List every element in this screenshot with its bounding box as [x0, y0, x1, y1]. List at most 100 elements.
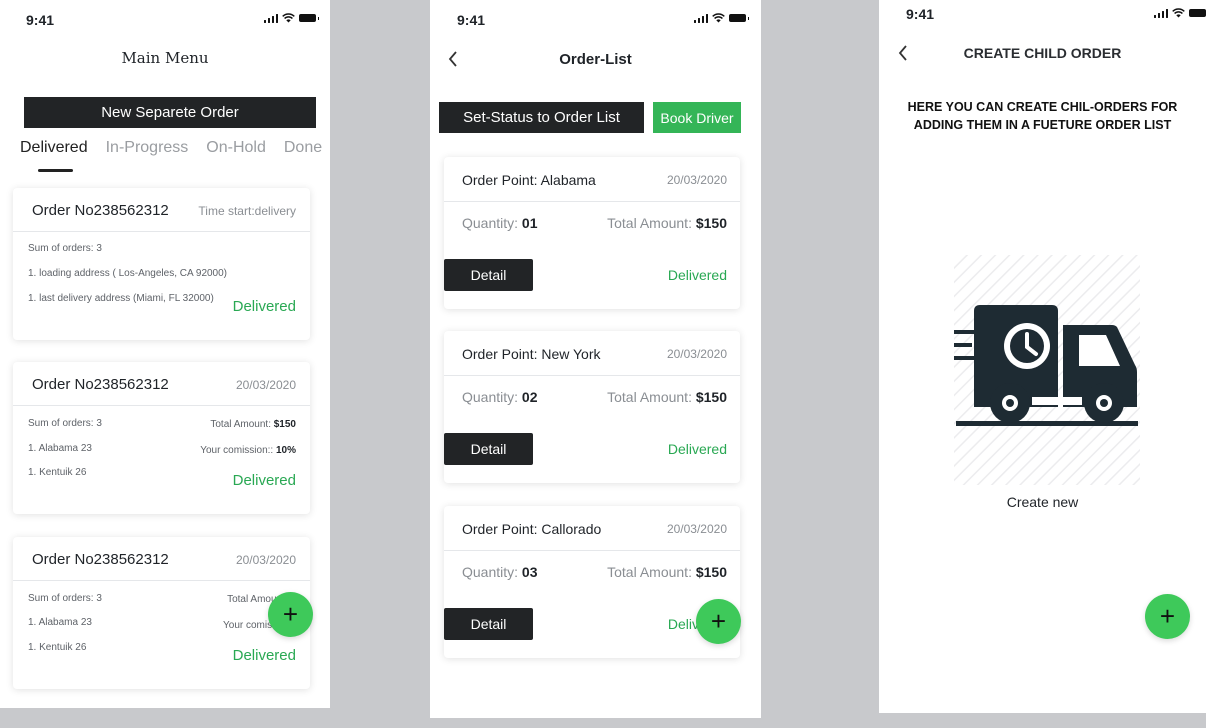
total-amount-value: $150 [695, 389, 727, 405]
last-delivery-address: 1. last delivery address (Miami, FL 3200… [28, 293, 214, 304]
status-icons [693, 13, 749, 23]
order-card-header: Order Point: Alabama 20/03/2020 [444, 157, 740, 202]
battery-icon [299, 14, 319, 22]
battery-icon [1189, 9, 1206, 17]
wifi-icon [282, 13, 295, 23]
order-number: Order No238562312 [32, 551, 169, 568]
status-badge: Delivered [667, 267, 727, 283]
book-driver-button[interactable]: Book Driver [653, 102, 741, 133]
main-menu-screen: 9:41 Main Menu New Separete Order Delive… [0, 0, 330, 708]
detail-button[interactable]: Detail [444, 433, 533, 465]
signal-icon [693, 13, 708, 23]
detail-button[interactable]: Detail [444, 259, 533, 291]
order-date: 20/03/2020 [235, 553, 296, 567]
total-amount: Total Amount: $150 [607, 215, 727, 231]
order-card[interactable]: Order Point: New York 20/03/2020 Quantit… [444, 331, 740, 483]
sum-of-orders: Sum of orders: 3 [28, 243, 102, 254]
order-list-screen: 9:41 Order-List Set-Status to Order List… [430, 0, 761, 718]
status-tabs: Delivered In-Progress On-Hold Done [20, 139, 322, 157]
new-separate-order-button[interactable]: New Separete Order [24, 97, 316, 128]
order-line: 1. Kentuik 26 [28, 467, 87, 478]
status-icons [263, 13, 319, 23]
order-card[interactable]: Order No238562312 20/03/2020 Sum of orde… [13, 362, 310, 514]
description-line: HERE YOU CAN CREATE CHIL-ORDERS FOR [907, 100, 1178, 114]
wifi-icon [1172, 8, 1185, 18]
total-amount: Total Amount: $150 [210, 419, 296, 430]
loading-address: 1. loading address ( Los-Angeles, CA 920… [28, 268, 228, 279]
status-bar: 9:41 [430, 0, 761, 40]
page-title: Main Menu [121, 49, 209, 67]
status-bar: 9:41 [879, 0, 1206, 40]
order-card[interactable]: Order Point: Alabama 20/03/2020 Quantity… [444, 157, 740, 309]
order-date: 20/03/2020 [235, 378, 296, 392]
signal-icon [1153, 8, 1168, 18]
order-time-start: Time start:delivery [198, 204, 296, 218]
order-line: 1. Alabama 23 [28, 617, 92, 628]
status-badge: Delivered [232, 647, 296, 664]
order-date: 20/03/2020 [666, 347, 727, 361]
commission-value: 10% [275, 445, 296, 456]
total-amount-value: $150 [273, 419, 296, 430]
delivery-truck-illustration[interactable] [952, 255, 1142, 485]
quantity-label: Quantity: [462, 215, 519, 231]
quantity-label: Quantity: [462, 564, 519, 580]
total-amount-label: Total Amount: [210, 419, 271, 430]
create-new-label[interactable]: Create new [879, 494, 1206, 510]
order-card-header: Order No238562312 20/03/2020 [13, 362, 310, 406]
tab-in-progress[interactable]: In-Progress [106, 139, 189, 157]
tab-delivered[interactable]: Delivered [20, 139, 88, 157]
order-card[interactable]: Order No238562312 Time start:delivery Su… [13, 188, 310, 340]
commission: Your comission:: 10% [200, 445, 296, 456]
order-card[interactable]: Order Point: Callorado 20/03/2020 Quanti… [444, 506, 740, 658]
quantity-value: 01 [521, 215, 538, 231]
total-amount-value: $150 [695, 215, 727, 231]
page-description: HERE YOU CAN CREATE CHIL-ORDERS FOR ADDI… [899, 98, 1186, 134]
order-line: 1. Alabama 23 [28, 443, 92, 454]
commission-label: Your comission:: [200, 445, 274, 456]
order-point: Order Point: Callorado [462, 521, 602, 537]
total-amount: Total Amount: $150 [607, 564, 727, 580]
add-order-fab[interactable]: + [696, 599, 741, 644]
sum-of-orders: Sum of orders: 3 [28, 418, 102, 429]
order-number: Order No238562312 [32, 376, 169, 393]
total-amount: Total Amount: $150 [607, 389, 727, 405]
total-amount-value: $150 [695, 564, 727, 580]
order-card-header: Order Point: Callorado 20/03/2020 [444, 506, 740, 551]
status-badge: Delivered [232, 298, 296, 315]
order-date: 20/03/2020 [666, 522, 727, 536]
wifi-icon [712, 13, 725, 23]
quantity: Quantity: 03 [462, 564, 538, 580]
total-amount-label: Total Amount: [607, 389, 692, 405]
tab-done[interactable]: Done [284, 139, 322, 157]
order-card-header: Order No238562312 20/03/2020 [13, 537, 310, 581]
order-date: 20/03/2020 [666, 173, 727, 187]
tab-on-hold[interactable]: On-Hold [206, 139, 266, 157]
order-number: Order No238562312 [32, 202, 169, 219]
status-icons [1153, 8, 1206, 18]
add-child-order-fab[interactable]: + [1145, 594, 1190, 639]
quantity-value: 03 [521, 564, 538, 580]
order-card[interactable]: Order No238562312 20/03/2020 Sum of orde… [13, 537, 310, 689]
status-time: 9:41 [906, 6, 935, 22]
status-badge: Delivered [232, 472, 296, 489]
set-status-button[interactable]: Set-Status to Order List [439, 102, 644, 133]
plus-icon: + [1159, 601, 1176, 631]
status-bar: 9:41 [0, 0, 330, 40]
order-point: Order Point: New York [462, 346, 601, 362]
add-order-fab[interactable]: + [268, 592, 313, 637]
status-time: 9:41 [26, 12, 55, 28]
description-line: ADDING THEM IN A FUETURE ORDER LIST [913, 118, 1172, 132]
quantity-value: 02 [521, 389, 538, 405]
sum-of-orders: Sum of orders: 3 [28, 593, 102, 604]
status-time: 9:41 [457, 12, 486, 28]
order-point: Order Point: Alabama [462, 172, 596, 188]
page-title: CREATE CHILD ORDER [963, 45, 1122, 61]
signal-icon [263, 13, 278, 23]
total-amount-label: Total Amount: [607, 215, 692, 231]
detail-button[interactable]: Detail [444, 608, 533, 640]
quantity: Quantity: 01 [462, 215, 538, 231]
page-title: Order-List [559, 51, 632, 68]
total-amount-label: Total Amount: [607, 564, 692, 580]
order-line: 1. Kentuik 26 [28, 642, 87, 653]
order-card-header: Order Point: New York 20/03/2020 [444, 331, 740, 376]
